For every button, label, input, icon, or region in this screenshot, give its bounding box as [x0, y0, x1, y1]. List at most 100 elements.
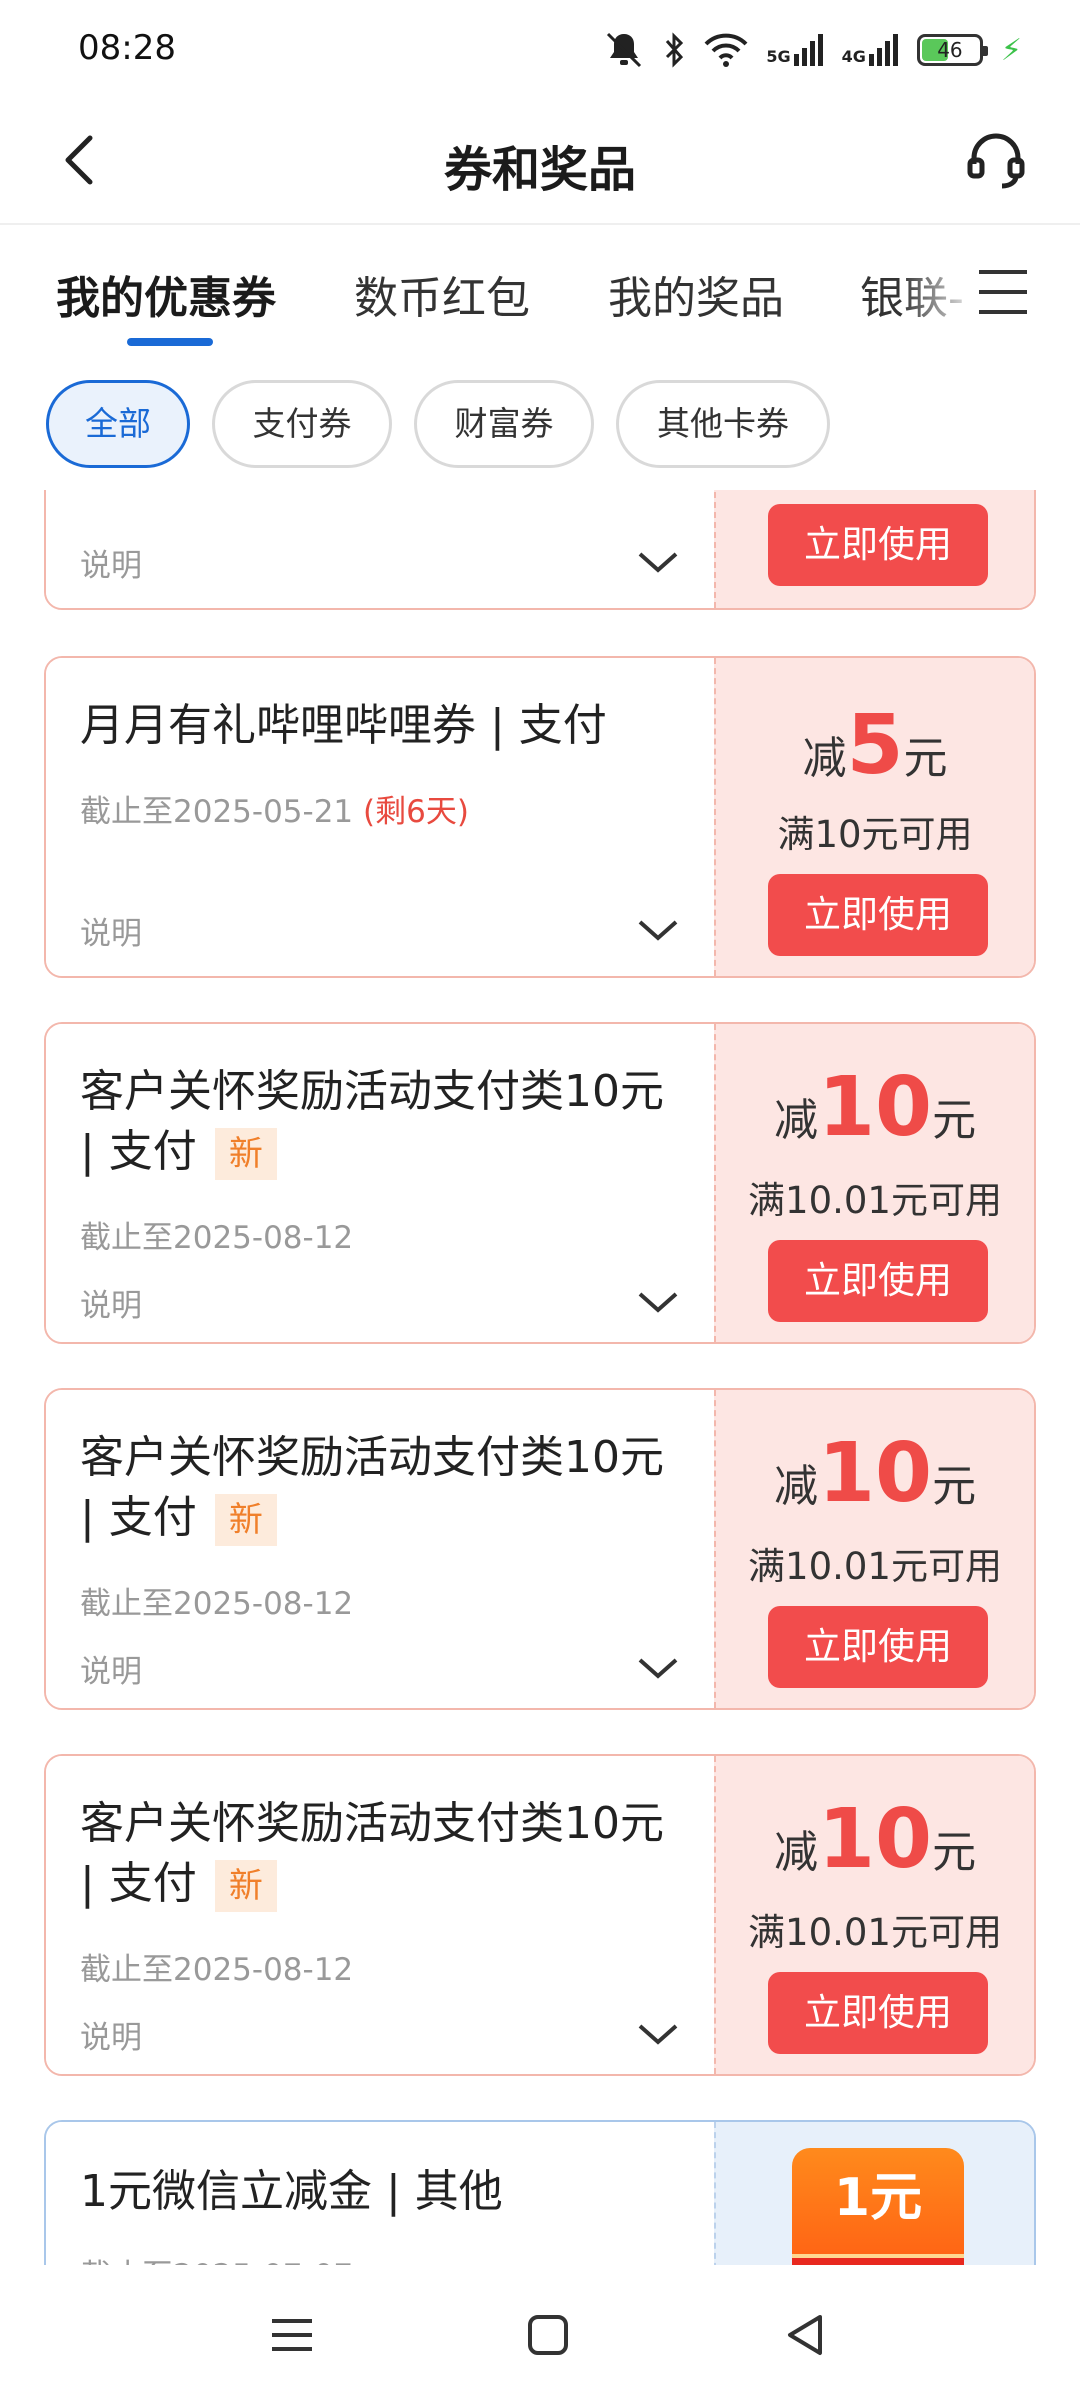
coupon-info: 客户关怀奖励活动支付类10元 | 支付新 截止至2025-08-12 说明 [46, 1024, 714, 1342]
tab-my-prizes[interactable]: 我的奖品 [608, 262, 784, 326]
chevron-down-icon[interactable] [636, 916, 680, 944]
red-packet-value: 1元 [833, 2168, 923, 2228]
discount-condition: 满10.01元可用 [748, 1545, 1002, 1588]
coupon-note-link[interactable]: 说明 [80, 540, 142, 585]
tab-fade [900, 248, 980, 328]
charging-icon: ⚡ [1000, 32, 1022, 68]
signal-bars-icon [793, 34, 823, 66]
menu-icon[interactable] [975, 264, 1031, 320]
coupon-info: 说明 [46, 490, 714, 608]
discount-unit: 元 [932, 1095, 977, 1146]
coupon-title-text: 客户关怀奖励活动支付类10元 | 支付 [80, 1066, 664, 1177]
signal-4g-label: 4G [841, 47, 866, 66]
tab-indicator [127, 338, 213, 346]
headset-icon[interactable] [964, 128, 1028, 192]
coupon-deal: 减10元 满10.01元可用 立即使用 [714, 1390, 1034, 1708]
use-now-button[interactable]: 立即使用 [768, 1606, 988, 1688]
filter-all[interactable]: 全部 [46, 380, 190, 468]
coupon-deadline: 截止至2025-05-21 (剩6天) [80, 786, 469, 831]
discount-prefix: 减 [802, 733, 847, 784]
coupon-note-link[interactable]: 说明 [80, 1280, 142, 1325]
recent-apps-icon[interactable] [262, 2305, 322, 2365]
coupon-title: 客户关怀奖励活动支付类10元 | 支付新 [80, 1428, 680, 1548]
mute-icon [607, 32, 642, 68]
page-title: 券和奖品 [443, 142, 636, 198]
discount-value: 10 [817, 1792, 933, 1887]
coupon-note-link[interactable]: 说明 [80, 2012, 142, 2057]
coupon-deal: 减10元 满10.01元可用 立即使用 [714, 1024, 1034, 1342]
coupon-list[interactable]: 说明 立即使用 月月有礼哔哩哔哩券 | 支付 截止至2025-05-21 (剩6… [0, 490, 1080, 2265]
coupon-deal: 立即使用 [714, 490, 1034, 608]
battery-icon: 46 [916, 34, 988, 66]
coupon-title: 客户关怀奖励活动支付类10元 | 支付新 [80, 1794, 680, 1914]
filter-payment[interactable]: 支付券 [212, 380, 392, 468]
signal-4g: 4G [842, 34, 899, 66]
coupon-deal: 减10元 满10.01元可用 立即使用 [714, 1756, 1034, 2074]
coupon-info: 1元微信立减金 | 其他 截止至2025-07-07 [46, 2122, 714, 2265]
coupon-info: 月月有礼哔哩哔哩券 | 支付 截止至2025-05-21 (剩6天) 说明 [46, 658, 714, 976]
battery-level: 46 [937, 38, 963, 62]
back-nav-icon[interactable] [776, 2305, 836, 2365]
signal-bars-icon [868, 34, 898, 66]
use-now-button[interactable]: 立即使用 [768, 1240, 988, 1322]
coupon-card: 客户关怀奖励活动支付类10元 | 支付新 截止至2025-08-12 说明 减1… [44, 1754, 1036, 2076]
coupon-deal: 减5元 满10元可用 立即使用 [714, 658, 1034, 976]
tab-digital-red-packet[interactable]: 数币红包 [354, 262, 530, 326]
use-now-button[interactable]: 立即使用 [768, 874, 988, 956]
battery-tip [982, 46, 988, 56]
coupon-note-link[interactable]: 说明 [80, 1646, 142, 1691]
coupon-card: 月月有礼哔哩哔哩券 | 支付 截止至2025-05-21 (剩6天) 说明 减5… [44, 656, 1036, 978]
coupon-card: 客户关怀奖励活动支付类10元 | 支付新 截止至2025-08-12 说明 减1… [44, 1388, 1036, 1710]
new-badge: 新 [214, 1494, 277, 1546]
header: 券和奖品 [0, 100, 1080, 225]
coupon-title: 月月有礼哔哩哔哩券 | 支付 [80, 700, 607, 751]
discount-amount: 减5元 [716, 698, 1034, 793]
coupon-deadline: 截止至2025-08-12 [80, 1952, 354, 1988]
coupon-title-text: 客户关怀奖励活动支付类10元 | 支付 [80, 1432, 664, 1543]
status-icons: 5G 4G 46 ⚡ [602, 28, 1022, 72]
red-packet-icon: 1元 [792, 2148, 964, 2265]
discount-condition: 满10元可用 [777, 813, 973, 856]
new-badge: 新 [214, 1128, 277, 1180]
use-now-button[interactable]: 立即使用 [768, 1972, 988, 2054]
coupon-card: 说明 立即使用 [44, 490, 1036, 610]
chevron-down-icon[interactable] [636, 548, 680, 576]
deadline-date: 截止至2025-05-21 [80, 794, 354, 830]
discount-unit: 元 [932, 1461, 977, 1512]
discount-value: 5 [846, 698, 904, 793]
red-packet-band [792, 2254, 964, 2265]
discount-prefix: 减 [773, 1095, 818, 1146]
discount-condition: 满10.01元可用 [748, 1911, 1002, 1954]
status-time: 08:28 [78, 28, 176, 68]
filter-wealth[interactable]: 财富券 [414, 380, 594, 468]
new-badge: 新 [214, 1860, 277, 1912]
discount-unit: 元 [903, 733, 948, 784]
coupon-note-link[interactable]: 说明 [80, 908, 142, 953]
use-now-button[interactable]: 立即使用 [768, 504, 988, 586]
coupon-deal: 1元 [714, 2122, 1034, 2265]
chevron-down-icon[interactable] [636, 1654, 680, 1682]
coupon-title-text: 客户关怀奖励活动支付类10元 | 支付 [80, 1798, 664, 1909]
discount-amount: 减10元 [716, 1792, 1034, 1887]
discount-condition: 满10.01元可用 [748, 1179, 1002, 1222]
discount-value: 10 [817, 1060, 933, 1155]
tab-my-coupons[interactable]: 我的优惠券 [56, 262, 276, 326]
discount-prefix: 减 [773, 1461, 818, 1512]
home-icon[interactable] [518, 2305, 578, 2365]
coupon-deadline: 截止至2025-07-07 [80, 2250, 353, 2265]
chevron-down-icon[interactable] [636, 1288, 680, 1316]
status-bar: 08:28 5G 4G 46 ⚡ [0, 0, 1080, 100]
signal-5g-label: 5G [766, 47, 791, 66]
discount-value: 10 [817, 1426, 933, 1521]
discount-unit: 元 [932, 1827, 977, 1878]
discount-prefix: 减 [773, 1827, 818, 1878]
filter-other-cards[interactable]: 其他卡券 [616, 380, 830, 468]
filter-chips: 全部 支付券 财富券 其他卡券 [0, 380, 1080, 472]
coupon-deadline: 截止至2025-08-12 [80, 1586, 354, 1622]
system-nav-bar [0, 2265, 1080, 2400]
tab-bar: 我的优惠券 数币红包 我的奖品 银联- [0, 228, 1080, 358]
coupon-info: 客户关怀奖励活动支付类10元 | 支付新 截止至2025-08-12 说明 [46, 1756, 714, 2074]
coupon-card: 1元微信立减金 | 其他 截止至2025-07-07 1元 [44, 2120, 1036, 2265]
remaining-days: (剩6天) [363, 794, 469, 830]
chevron-down-icon[interactable] [636, 2020, 680, 2048]
